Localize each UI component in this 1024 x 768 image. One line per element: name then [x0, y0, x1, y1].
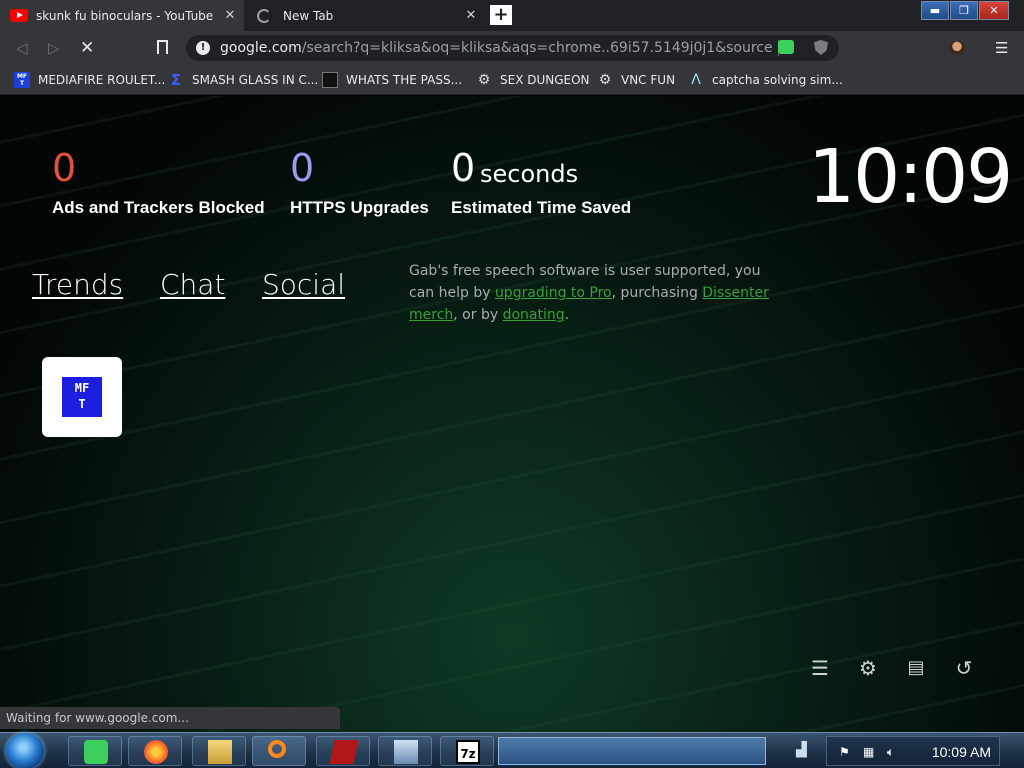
sigma-icon: Σ	[170, 71, 182, 89]
forward-icon[interactable]: ▷	[48, 39, 60, 57]
computer-icon	[394, 740, 418, 764]
time-saved-count: 0	[451, 146, 476, 190]
bookmarks-bar: MF T MEDIAFIRE ROULET... Σ SMASH GLASS IN…	[0, 65, 1024, 95]
clock: 10:09	[808, 134, 1013, 220]
close-tab-icon[interactable]: ✕	[220, 8, 240, 23]
tab-strip: skunk fu binoculars - YouTube ✕ New Tab …	[0, 0, 1024, 31]
dark-icon	[322, 72, 338, 88]
chat-link[interactable]: Chat	[160, 268, 225, 301]
film-icon	[329, 740, 359, 764]
new-tab-button[interactable]: +	[490, 5, 512, 25]
support-message: Gab's free speech software is user suppo…	[409, 260, 789, 326]
https-upgrades-count: 0	[290, 146, 315, 190]
history-icon[interactable]: ↺	[952, 656, 976, 680]
close-window-button[interactable]: ✕	[979, 1, 1009, 20]
social-link[interactable]: Social	[262, 268, 345, 301]
back-icon[interactable]: ◁	[16, 39, 28, 57]
mft-logo-icon: MF T	[62, 377, 102, 417]
time-saved-unit: seconds	[480, 160, 579, 188]
loading-spinner-icon	[257, 8, 271, 23]
maximize-button[interactable]: ❐	[950, 1, 978, 20]
bookmark-smash-glass[interactable]: Σ SMASH GLASS IN C...	[168, 72, 318, 88]
taskbar: 7z ▟ ⚑ ▦ 🔈︎ 10:09 AM	[0, 732, 1024, 768]
tab-youtube[interactable]: skunk fu binoculars - YouTube ✕	[0, 0, 244, 31]
system-tray: ⚑ ▦ 🔈︎ 10:09 AM	[826, 736, 1000, 766]
support-text: .	[564, 307, 570, 323]
stop-loading-icon[interactable]: ✕	[80, 38, 94, 58]
customize-sliders-icon[interactable]: ☰	[808, 656, 832, 680]
time-saved-label: Estimated Time Saved	[451, 198, 632, 217]
close-tab-icon[interactable]: ✕	[461, 8, 481, 23]
gear-icon: ⚙	[477, 72, 491, 88]
gear-icon: ⚙	[598, 72, 612, 88]
bookmark-label: captcha solving sim...	[712, 73, 843, 87]
extension-chat-icon[interactable]	[778, 40, 794, 54]
taskbar-app-network[interactable]	[378, 736, 432, 766]
taskbar-app-explorer[interactable]	[192, 736, 246, 766]
minimize-button[interactable]: ▬	[921, 1, 949, 20]
https-upgrades-label: HTTPS Upgrades	[290, 198, 429, 217]
status-bubble: Waiting for www.google.com...	[0, 707, 340, 729]
info-icon[interactable]: !	[196, 41, 210, 55]
menu-icon[interactable]: ☰	[995, 39, 1008, 57]
url-host: google.com	[220, 40, 302, 56]
new-tab-page: 0 Ads and Trackers Blocked 0 HTTPS Upgra…	[0, 96, 1024, 732]
show-desktop-icon[interactable]: ▟	[796, 742, 807, 758]
bookmark-label: SMASH GLASS IN C...	[192, 73, 319, 87]
bookmark-icon[interactable]	[157, 40, 168, 54]
profile-avatar[interactable]	[949, 40, 965, 56]
triangle-icon: Λ	[691, 72, 701, 88]
tab-title: skunk fu binoculars - YouTube	[36, 8, 214, 23]
ads-blocked-count: 0	[52, 146, 77, 190]
top-site-tile-mediafire[interactable]: MF T	[42, 357, 122, 437]
taskbar-app-search[interactable]	[252, 736, 306, 766]
window-controls: ▬ ❐ ✕	[920, 1, 1009, 21]
settings-gear-icon[interactable]: ⚙	[856, 656, 880, 680]
bookmark-label: SEX DUNGEON	[500, 73, 590, 87]
bookmarks-icon[interactable]: ▤	[904, 656, 928, 680]
tab-new-tab[interactable]: New Tab ✕	[245, 0, 485, 31]
url-path: /search?q=kliksa&oq=kliksa&aqs=chrome..6…	[301, 40, 772, 56]
taskbar-app-chat[interactable]	[68, 736, 122, 766]
bookmark-label: WHATS THE PASS...	[346, 73, 463, 87]
7zip-icon: 7z	[456, 740, 480, 764]
bookmark-label: VNC FUN	[621, 73, 676, 87]
logo-text: MF	[74, 381, 90, 395]
browser-toolbar: ◁ ▷ ✕ ! google.com /search?q=kliksa&oq=k…	[0, 31, 1024, 65]
magnifier-icon	[268, 740, 286, 758]
bookmark-label: MEDIAFIRE ROULET...	[38, 73, 166, 87]
mft-icon: MF T	[14, 72, 30, 88]
ads-blocked-label: Ads and Trackers Blocked	[52, 198, 265, 217]
bookmark-captcha[interactable]: Λ captcha solving sim...	[688, 72, 843, 88]
support-text: , purchasing	[611, 285, 703, 301]
bookmark-vnc-fun[interactable]: ⚙ VNC FUN	[597, 72, 675, 88]
network-icon[interactable]: ▦	[863, 745, 874, 759]
taskbar-clock[interactable]: 10:09 AM	[932, 744, 991, 760]
taskbar-app-firefox[interactable]	[128, 736, 182, 766]
start-button[interactable]	[6, 733, 44, 768]
flag-icon[interactable]: ⚑	[839, 745, 850, 759]
volume-icon[interactable]: 🔈︎	[887, 745, 894, 760]
trends-link[interactable]: Trends	[32, 268, 123, 301]
bookmark-sex-dungeon[interactable]: ⚙ SEX DUNGEON	[476, 72, 590, 88]
taskbar-app-video[interactable]	[316, 736, 370, 766]
bookmark-whats-the-pass[interactable]: WHATS THE PASS...	[322, 72, 462, 88]
bookmark-mediafire[interactable]: MF T MEDIAFIRE ROULET...	[14, 72, 165, 88]
youtube-icon	[10, 9, 28, 22]
upgrade-pro-link[interactable]: upgrading to Pro	[495, 285, 612, 301]
firefox-icon	[144, 740, 168, 764]
chat-app-icon	[84, 740, 108, 764]
support-text: , or by	[453, 307, 503, 323]
donate-link[interactable]: donating	[503, 307, 565, 323]
tab-title: New Tab	[283, 8, 334, 23]
logo-text: T	[78, 397, 86, 411]
folder-icon	[208, 740, 232, 764]
taskbar-app-7zip[interactable]: 7z	[440, 736, 494, 766]
address-bar[interactable]: ! google.com /search?q=kliksa&oq=kliksa&…	[186, 35, 839, 61]
taskbar-active-window[interactable]	[498, 737, 766, 765]
